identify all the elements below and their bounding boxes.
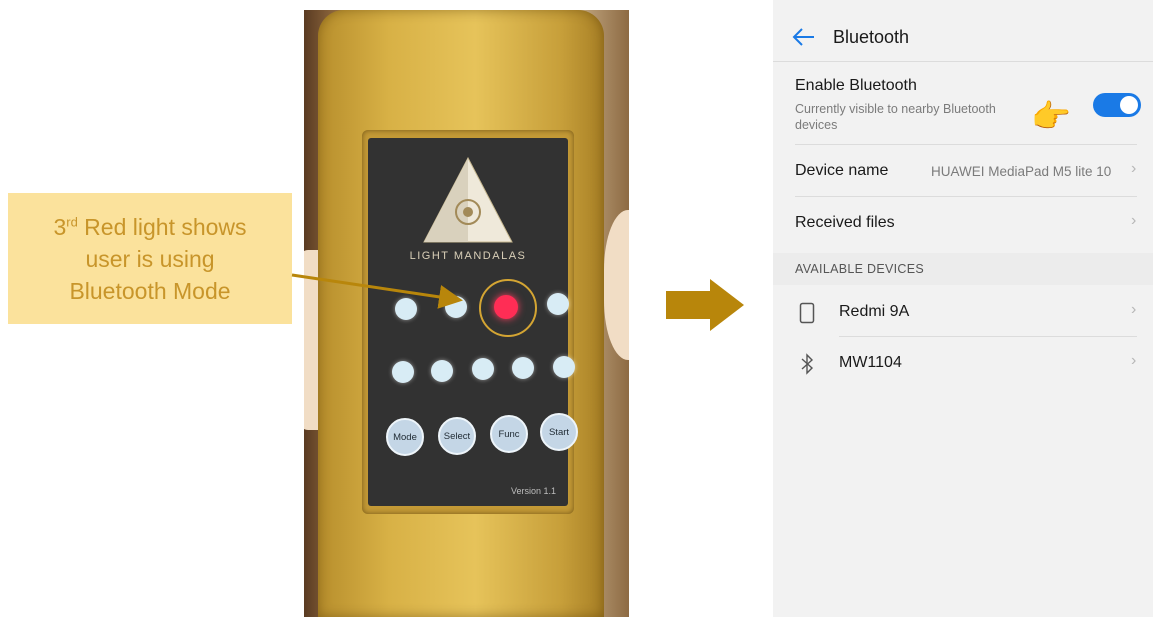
func-button[interactable]: Func bbox=[490, 415, 528, 453]
received-files-label: Received files bbox=[795, 214, 895, 231]
right-arrow-icon bbox=[666, 279, 744, 331]
section-title: AVAILABLE DEVICES bbox=[795, 262, 924, 276]
indicator-light-5 bbox=[392, 361, 414, 383]
back-arrow-icon[interactable] bbox=[791, 24, 817, 50]
callout-line-1: 3rd Red light shows bbox=[53, 213, 247, 240]
row-divider bbox=[839, 336, 1137, 337]
device-screen-frame: LIGHT MANDALAS Mode Select Func Start Ve… bbox=[362, 130, 578, 514]
phone-icon bbox=[799, 302, 815, 324]
device-name-label: Device name bbox=[795, 162, 889, 179]
header-divider bbox=[773, 61, 1153, 62]
brand-text: LIGHT MANDALAS bbox=[409, 250, 527, 262]
row-divider bbox=[795, 144, 1137, 145]
indicator-light-9 bbox=[553, 356, 575, 378]
pointing-hand-icon: 👉 bbox=[1031, 98, 1071, 134]
device-name-value: HUAWEI MediaPad M5 lite 10 bbox=[931, 164, 1112, 179]
chevron-right-icon: › bbox=[1131, 160, 1137, 177]
start-button[interactable]: Start bbox=[540, 413, 578, 451]
indicator-light-3-active bbox=[494, 295, 518, 319]
select-button[interactable]: Select bbox=[438, 417, 476, 455]
chevron-right-icon: › bbox=[1131, 301, 1137, 318]
bluetooth-icon bbox=[801, 353, 814, 375]
header-bar: Bluetooth bbox=[773, 18, 1153, 60]
bluetooth-toggle[interactable] bbox=[1093, 93, 1141, 117]
visibility-subtitle: Currently visible to nearby Bluetooth de… bbox=[795, 102, 996, 132]
callout-line-2: user is using bbox=[85, 245, 215, 272]
enable-bluetooth-label: Enable Bluetooth bbox=[795, 77, 917, 94]
mode-button[interactable]: Mode bbox=[386, 418, 424, 456]
indicator-light-6 bbox=[431, 360, 453, 382]
indicator-light-2 bbox=[445, 296, 467, 318]
light-mandalas-device: LIGHT MANDALAS Mode Select Func Start Ve… bbox=[318, 10, 604, 617]
version-label: Version 1.1 bbox=[510, 486, 556, 496]
device-name: MW1104 bbox=[839, 354, 902, 371]
indicator-light-8 bbox=[512, 357, 534, 379]
bluetooth-settings-screen: Bluetooth Enable Bluetooth Currently vis… bbox=[773, 0, 1153, 617]
chevron-right-icon: › bbox=[1131, 212, 1137, 229]
device-name: Redmi 9A bbox=[839, 303, 910, 320]
hand-right bbox=[604, 210, 629, 360]
indicator-light-1 bbox=[395, 298, 417, 320]
annotation-callout: 3rd Red light shows user is using Blueto… bbox=[8, 193, 292, 324]
device-screen: LIGHT MANDALAS Mode Select Func Start Ve… bbox=[368, 138, 578, 506]
indicator-light-7 bbox=[472, 358, 494, 380]
device-photo: LIGHT MANDALAS Mode Select Func Start Ve… bbox=[304, 10, 629, 617]
toggle-knob bbox=[1120, 96, 1138, 114]
row-divider bbox=[795, 196, 1137, 197]
pyramid-logo-icon bbox=[423, 156, 513, 243]
page-title: Bluetooth bbox=[833, 27, 910, 47]
callout-line-3: Bluetooth Mode bbox=[69, 277, 231, 304]
indicator-light-4 bbox=[547, 293, 569, 315]
chevron-right-icon: › bbox=[1131, 352, 1137, 369]
available-devices-header: AVAILABLE DEVICES bbox=[773, 253, 1153, 285]
